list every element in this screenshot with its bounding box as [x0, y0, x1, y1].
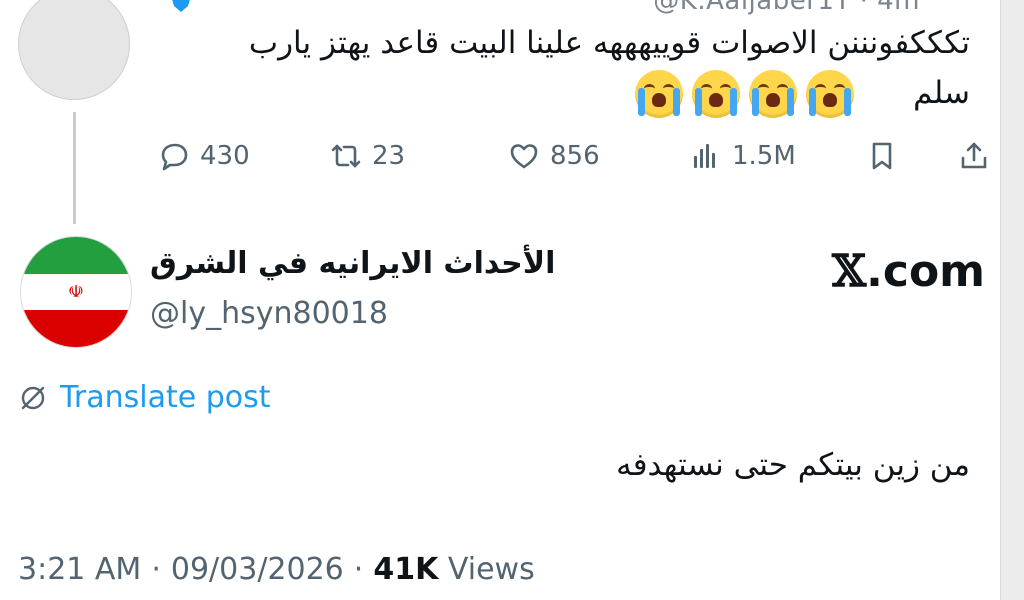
repost-button[interactable]: 23	[330, 132, 405, 180]
tweet-time[interactable]: 3:21 AM	[18, 552, 141, 587]
share-icon	[961, 142, 987, 169]
globe-slash-icon	[21, 386, 45, 409]
repost-icon	[331, 144, 361, 168]
emblem-icon: ☫	[67, 281, 85, 303]
tweet-views-number[interactable]: 41K	[373, 552, 438, 587]
meta-separator: ·	[353, 552, 364, 587]
tweet-card: @K.Aaljaber1T · 4m تكككفونننن الاصوات قو…	[0, 0, 1001, 600]
loudly-crying-face-icon	[806, 70, 854, 118]
tweet-date[interactable]: 09/03/2026	[171, 552, 344, 587]
loudly-crying-face-icon	[749, 70, 797, 118]
like-button[interactable]: 856	[508, 132, 600, 180]
meta-separator: ·	[151, 552, 161, 587]
bookmark-button[interactable]	[866, 132, 898, 180]
views-count: 1.5M	[732, 141, 796, 171]
flag-white-band: ☫	[21, 273, 131, 311]
reply-text: تكككفونننن الاصوات قوييهههه علينا البيت …	[248, 25, 970, 111]
x-com-suffix: .com	[866, 246, 986, 297]
reply-avatar[interactable]	[18, 0, 130, 100]
emoji-row	[635, 70, 854, 118]
like-count: 856	[550, 141, 600, 171]
tweet-text: من زين بيتكم حتى نستهدفه	[616, 447, 970, 483]
heart-icon	[510, 144, 538, 169]
verified-badge-icon	[172, 0, 190, 12]
author-display-name[interactable]: الأحداث الايرانيه في الشرق	[150, 246, 555, 281]
repost-count: 23	[372, 141, 406, 171]
reply-handle[interactable]: @K.Aaljaber1T · 4m	[653, 0, 920, 16]
translate-post-button[interactable]: Translate post	[18, 380, 271, 415]
action-bar: 430 23 856 1.5M	[0, 132, 1000, 180]
flag-green-band	[21, 237, 131, 274]
loudly-crying-face-icon	[692, 70, 740, 118]
tweet-meta: 3:21 AM · 09/03/2026 · 41K Views	[18, 552, 535, 587]
flag-red-band	[21, 310, 131, 347]
x-com-label: 𝕏.com	[832, 246, 985, 297]
bar-chart-icon	[694, 144, 715, 168]
translate-label: Translate post	[60, 380, 271, 415]
author-handle[interactable]: @ly_hsyn80018	[150, 296, 388, 331]
reply-count: 430	[200, 141, 250, 171]
share-button[interactable]	[958, 132, 990, 180]
bookmark-icon	[872, 142, 892, 170]
speech-bubble-icon	[161, 143, 188, 171]
loudly-crying-face-icon	[635, 70, 683, 118]
author-avatar[interactable]: ☫	[20, 236, 132, 348]
views-button[interactable]: 1.5M	[690, 132, 796, 180]
reply-button[interactable]: 430	[158, 132, 250, 180]
tweet-views-label: Views	[447, 552, 535, 587]
x-logo-icon: 𝕏	[832, 246, 867, 297]
